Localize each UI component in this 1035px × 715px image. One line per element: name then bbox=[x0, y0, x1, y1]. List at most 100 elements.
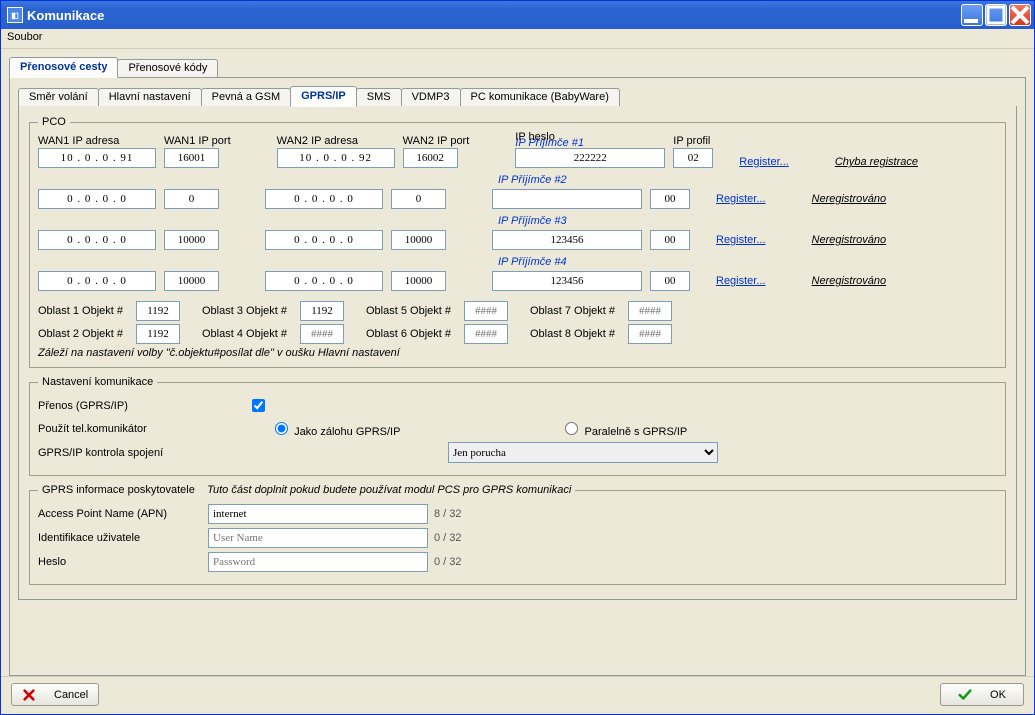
user-input[interactable] bbox=[208, 528, 428, 548]
app-icon: ◧ bbox=[7, 7, 23, 23]
hdr-wan1port: WAN1 IP port bbox=[164, 135, 231, 147]
r4-profil[interactable] bbox=[650, 271, 690, 291]
r3-wan1-ip[interactable] bbox=[38, 230, 156, 250]
r1-wan1-ip[interactable] bbox=[38, 148, 156, 168]
tab-vdmp3[interactable]: VDMP3 bbox=[401, 88, 461, 106]
close-button[interactable] bbox=[1009, 4, 1031, 26]
oblast5-lbl: Oblast 5 Objekt # bbox=[366, 305, 458, 317]
pass-lbl: Heslo bbox=[38, 556, 208, 568]
pass-input[interactable] bbox=[208, 552, 428, 572]
radio-parallel[interactable] bbox=[565, 422, 578, 435]
radio-backup[interactable] bbox=[275, 422, 288, 435]
sub-panel: PCO WAN1 IP adresa WAN1 IP port WAN2 IP … bbox=[18, 106, 1017, 600]
r1-status: Chyba registrace bbox=[835, 156, 918, 168]
gprs-hint: Tuto část doplnit pokud budete používat … bbox=[207, 484, 571, 496]
r1-password[interactable] bbox=[515, 148, 665, 168]
r1-register-link[interactable]: Register... bbox=[739, 156, 789, 168]
pco-fieldset: PCO WAN1 IP adresa WAN1 IP port WAN2 IP … bbox=[29, 116, 1006, 368]
r3-wan1-port[interactable] bbox=[164, 230, 219, 250]
r3-wan2-ip[interactable] bbox=[265, 230, 383, 250]
oblast3-input[interactable] bbox=[300, 301, 344, 321]
gprs-legend: GPRS informace poskytovatele Tuto část d… bbox=[38, 484, 575, 496]
gprs-fieldset: GPRS informace poskytovatele Tuto část d… bbox=[29, 484, 1006, 585]
tab-prenosove-cesty[interactable]: Přenosové cesty bbox=[9, 57, 118, 78]
window-title: Komunikace bbox=[27, 8, 104, 23]
minimize-button[interactable] bbox=[961, 4, 983, 26]
r4-status: Neregistrováno bbox=[812, 275, 887, 287]
oblast7-lbl: Oblast 7 Objekt # bbox=[530, 305, 622, 317]
r4-wan2-ip[interactable] bbox=[265, 271, 383, 291]
prenos-lbl: Přenos (GPRS/IP) bbox=[38, 400, 248, 412]
hdr-wan2port: WAN2 IP port bbox=[403, 135, 470, 147]
r4-register-link[interactable]: Register... bbox=[716, 275, 766, 287]
oblast4-input[interactable] bbox=[300, 324, 344, 344]
user-lbl: Identifikace uživatele bbox=[38, 532, 208, 544]
tab-smer-volani[interactable]: Směr volání bbox=[18, 88, 99, 106]
hdr-ipheslo: IP heslo bbox=[515, 131, 665, 143]
oblast1-lbl: Oblast 1 Objekt # bbox=[38, 305, 130, 317]
button-bar: Cancel OK bbox=[1, 676, 1034, 714]
r3-profil[interactable] bbox=[650, 230, 690, 250]
pco-legend: PCO bbox=[38, 116, 70, 128]
r2-wan1-ip[interactable] bbox=[38, 189, 156, 209]
r2-profil[interactable] bbox=[650, 189, 690, 209]
receiver2-lbl: IP Příjímče #2 bbox=[498, 174, 997, 186]
main-panel: Směr volání Hlavní nastavení Pevná a GSM… bbox=[9, 77, 1026, 676]
oblast7-input[interactable] bbox=[628, 301, 672, 321]
content-area: Přenosové cesty Přenosové kódy Směr volá… bbox=[1, 49, 1034, 676]
r2-wan2-ip[interactable] bbox=[265, 189, 383, 209]
r4-password[interactable] bbox=[492, 271, 642, 291]
receiver4-lbl: IP Příjímče #4 bbox=[498, 256, 997, 268]
maximize-button[interactable] bbox=[985, 4, 1007, 26]
oblast5-input[interactable] bbox=[464, 301, 508, 321]
r2-register-link[interactable]: Register... bbox=[716, 193, 766, 205]
r4-wan2-port[interactable] bbox=[391, 271, 446, 291]
cancel-button[interactable]: Cancel bbox=[11, 683, 99, 706]
r4-wan1-ip[interactable] bbox=[38, 271, 156, 291]
komm-fieldset: Nastavení komunikace Přenos (GPRS/IP) Po… bbox=[29, 376, 1006, 476]
r3-register-link[interactable]: Register... bbox=[716, 234, 766, 246]
r2-wan2-port[interactable] bbox=[391, 189, 446, 209]
radio-parallel-wrap[interactable]: Paralelně s GPRS/IP bbox=[560, 419, 687, 438]
radio-backup-wrap[interactable]: Jako zálohu GPRS/IP bbox=[270, 419, 400, 438]
r3-wan2-port[interactable] bbox=[391, 230, 446, 250]
r1-profil[interactable] bbox=[673, 148, 713, 168]
tab-pc-komunikace[interactable]: PC komunikace (BabyWare) bbox=[460, 88, 620, 106]
oblast4-lbl: Oblast 4 Objekt # bbox=[202, 328, 294, 340]
main-tabs: Přenosové cesty Přenosové kódy bbox=[9, 55, 1026, 77]
usephone-lbl: Použít tel.komunikátor bbox=[38, 423, 248, 435]
check-icon bbox=[958, 688, 972, 702]
ok-button[interactable]: OK bbox=[940, 683, 1024, 706]
oblast6-lbl: Oblast 6 Objekt # bbox=[366, 328, 458, 340]
r1-wan2-port[interactable] bbox=[403, 148, 458, 168]
oblast8-lbl: Oblast 8 Objekt # bbox=[530, 328, 622, 340]
menu-file[interactable]: Soubor bbox=[7, 31, 42, 43]
r2-password[interactable] bbox=[492, 189, 642, 209]
user-count: 0 / 32 bbox=[434, 532, 462, 544]
cancel-label: Cancel bbox=[54, 689, 88, 701]
tab-gprs-ip[interactable]: GPRS/IP bbox=[290, 86, 357, 107]
apn-input[interactable] bbox=[208, 504, 428, 524]
oblast8-input[interactable] bbox=[628, 324, 672, 344]
ok-label: OK bbox=[990, 689, 1006, 701]
receiver3-lbl: IP Příjímče #3 bbox=[498, 215, 997, 227]
r3-password[interactable] bbox=[492, 230, 642, 250]
oblast2-input[interactable] bbox=[136, 324, 180, 344]
r1-wan2-ip[interactable] bbox=[277, 148, 395, 168]
apn-lbl: Access Point Name (APN) bbox=[38, 508, 208, 520]
tab-prenosove-kody[interactable]: Přenosové kódy bbox=[117, 59, 218, 77]
oblast1-input[interactable] bbox=[136, 301, 180, 321]
kontrola-select[interactable]: Jen porucha bbox=[448, 442, 718, 463]
tab-sms[interactable]: SMS bbox=[356, 88, 402, 106]
sub-tabs: Směr volání Hlavní nastavení Pevná a GSM… bbox=[18, 84, 1017, 106]
oblast6-input[interactable] bbox=[464, 324, 508, 344]
window: ◧ Komunikace Soubor Přenosové cesty Přen… bbox=[0, 0, 1035, 715]
tab-pevna-gsm[interactable]: Pevná a GSM bbox=[201, 88, 291, 106]
hdr-ipprofil: IP profil bbox=[673, 135, 713, 147]
r2-wan1-port[interactable] bbox=[164, 189, 219, 209]
prenos-checkbox[interactable] bbox=[252, 399, 265, 412]
r1-wan1-port[interactable] bbox=[164, 148, 219, 168]
r4-wan1-port[interactable] bbox=[164, 271, 219, 291]
tab-hlavni-nastaveni[interactable]: Hlavní nastavení bbox=[98, 88, 202, 106]
pco-note: Záleží na nastavení volby "č.objektu#pos… bbox=[38, 347, 997, 359]
